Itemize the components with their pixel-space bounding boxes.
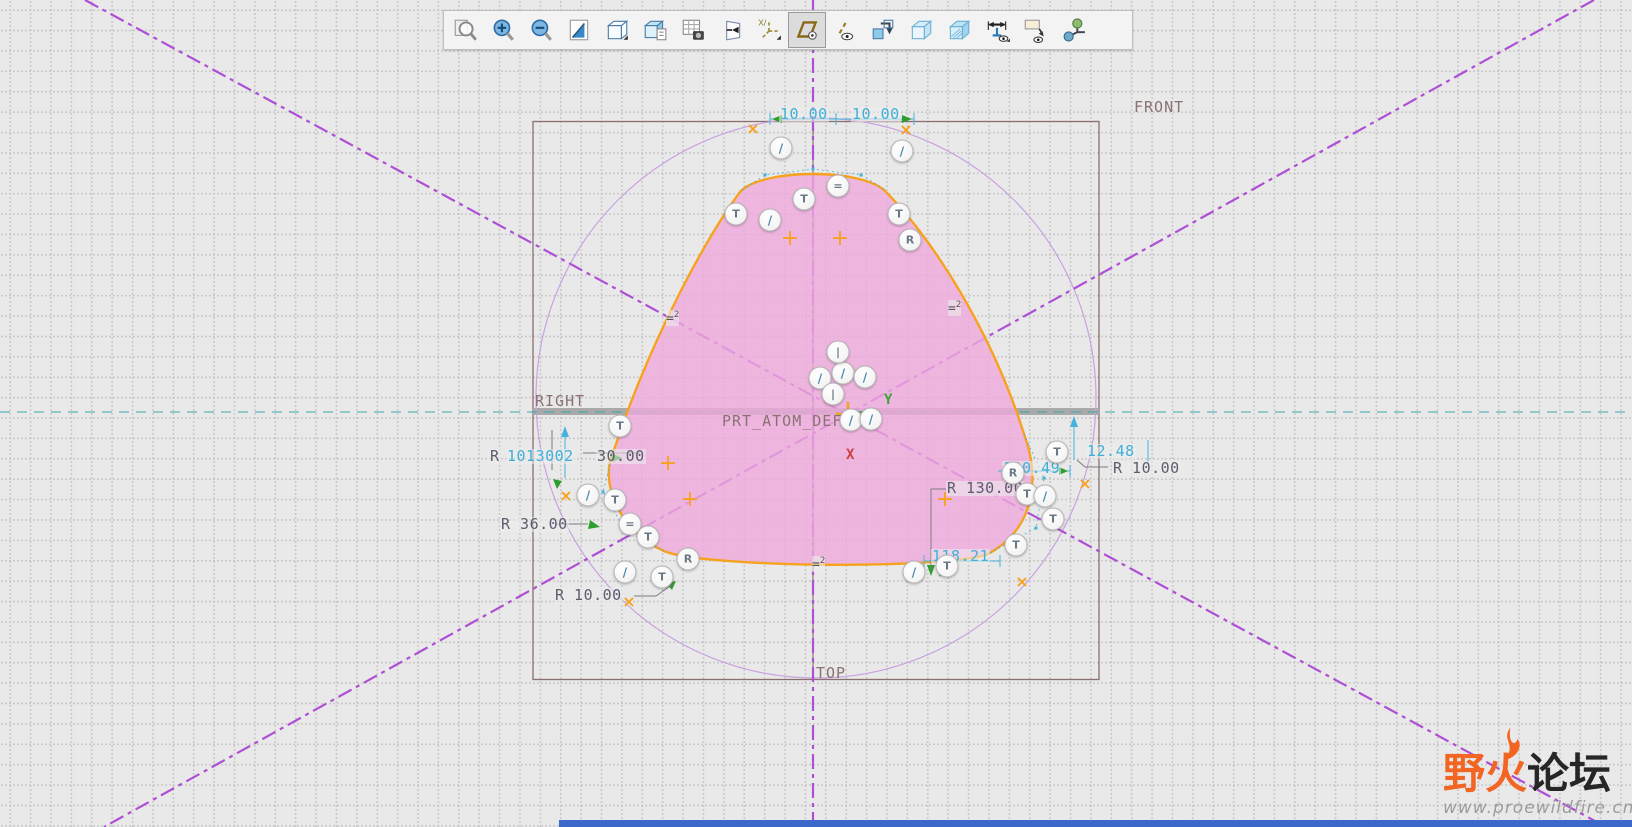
- wireframe-display-icon: [606, 20, 629, 40]
- axis-label-y: Y: [884, 392, 893, 408]
- zoom-out-button[interactable]: [522, 12, 560, 48]
- dimension-value[interactable]: 1013002: [506, 449, 575, 464]
- constraint-bubble[interactable]: /: [859, 407, 883, 431]
- datum-point-tool-button[interactable]: [1054, 12, 1092, 48]
- watermark-brand-dark: 论坛: [1527, 749, 1612, 798]
- reorient-view-button[interactable]: [864, 12, 902, 48]
- constraint-bubble[interactable]: T: [650, 565, 674, 589]
- constraint-bubble[interactable]: /: [902, 560, 926, 584]
- constraint-bubble[interactable]: /: [769, 136, 793, 160]
- constraint-bubble[interactable]: /: [890, 139, 914, 163]
- watermark-url: www.proewildfire.cn: [1443, 798, 1632, 818]
- dimension-value[interactable]: R 10.00: [554, 588, 623, 603]
- shaded-display-icon: [643, 20, 667, 41]
- reorient-view-icon: [872, 19, 894, 40]
- zoom-in-button[interactable]: [484, 12, 522, 48]
- vertex-marker[interactable]: ×: [746, 121, 759, 137]
- view-manager-button[interactable]: [674, 12, 712, 48]
- center-marker[interactable]: +: [659, 453, 677, 475]
- view-manager-icon: [682, 19, 704, 40]
- wireframe-display-button[interactable]: [598, 12, 636, 48]
- zoom-out-icon: [531, 19, 552, 41]
- constraint-bubble[interactable]: T: [636, 525, 660, 549]
- constraint-bubble[interactable]: =: [826, 174, 850, 198]
- constraint-bubble[interactable]: T: [608, 414, 632, 438]
- equal-constraint-label[interactable]: =2: [666, 310, 680, 327]
- datum-axes-display-icon: X/: [758, 18, 781, 40]
- constraint-bubble[interactable]: T: [1045, 440, 1069, 464]
- shaded-display-button[interactable]: [636, 12, 674, 48]
- sketcher-canvas[interactable]: 10.00 10.00 R 1013002 30.00 R 36.00 R 10.00 R 1…: [0, 0, 1632, 827]
- constraint-bubble[interactable]: /: [853, 365, 877, 389]
- center-marker[interactable]: +: [936, 489, 954, 511]
- vertex-marker[interactable]: ×: [1015, 574, 1028, 590]
- constraint-bubble[interactable]: T: [724, 202, 748, 226]
- center-marker[interactable]: +: [681, 489, 699, 511]
- constraint-bubble[interactable]: /: [1033, 484, 1057, 508]
- constraint-bubble[interactable]: |: [826, 340, 850, 364]
- view-normal-icon: [726, 20, 741, 41]
- zoom-fit-icon: [454, 19, 477, 41]
- transparent-shade-button[interactable]: [902, 12, 940, 48]
- axis-label-x: X: [846, 447, 855, 463]
- constraint-bubble[interactable]: /: [758, 208, 782, 232]
- flame-icon: [1504, 727, 1520, 761]
- dimension-value[interactable]: R 10.00: [1112, 461, 1181, 476]
- constraint-bubble[interactable]: /: [576, 483, 600, 507]
- forum-watermark: 野火论坛 www.proewildfire.cn: [1443, 727, 1632, 818]
- constraint-bubble[interactable]: /: [613, 560, 637, 584]
- constraint-bubble[interactable]: |: [821, 382, 845, 406]
- centerline-display-icon: [838, 19, 854, 41]
- constraint-bubble[interactable]: T: [1041, 507, 1065, 531]
- repaint-icon: [569, 19, 589, 41]
- zoom-fit-button[interactable]: [446, 12, 484, 48]
- repaint-button[interactable]: [560, 12, 598, 48]
- bottom-selection-bar: [559, 820, 1632, 827]
- plane-label-prt_atom_def: PRT_ATOM_DEF: [722, 412, 843, 430]
- constraint-bubble[interactable]: T: [1004, 533, 1028, 557]
- plane-label-right: RIGHT: [535, 392, 586, 410]
- constraint-bubble[interactable]: /: [831, 361, 855, 385]
- enhanced-shade-button[interactable]: [940, 12, 978, 48]
- plane-label-top: TOP: [816, 664, 847, 682]
- constraint-bubble[interactable]: T: [935, 554, 959, 578]
- datum-axes-display-button[interactable]: X/: [750, 12, 788, 48]
- zoom-in-icon: [493, 19, 514, 41]
- vertex-marker[interactable]: ×: [1078, 476, 1091, 492]
- annotation-display-toggle-icon: [1024, 19, 1044, 43]
- dimension-value[interactable]: 10.00: [851, 107, 901, 122]
- center-marker[interactable]: +: [781, 228, 799, 250]
- datum-point-tool-icon: [1063, 18, 1085, 42]
- transparent-shade-icon: [910, 20, 933, 40]
- dimension-display-toggle-icon: [987, 21, 1010, 42]
- constraint-bubble[interactable]: R: [1001, 461, 1025, 485]
- dimension-value[interactable]: R 36.00: [500, 517, 569, 532]
- annotation-display-toggle-button[interactable]: [1016, 12, 1054, 48]
- vertex-marker[interactable]: ×: [559, 488, 572, 504]
- dimension-display-toggle-button[interactable]: [978, 12, 1016, 48]
- sketch-plane-display-button[interactable]: [788, 12, 826, 48]
- constraint-bubble[interactable]: R: [676, 547, 700, 571]
- centerline-display-button[interactable]: [826, 12, 864, 48]
- dimension-value[interactable]: 10.00: [779, 107, 829, 122]
- svg-text:X/: X/: [758, 18, 767, 28]
- vertex-marker[interactable]: ×: [622, 594, 635, 610]
- plane-label-front: FRONT: [1134, 98, 1185, 116]
- center-marker[interactable]: +: [831, 228, 849, 250]
- toolbar: X/: [443, 10, 1133, 50]
- constraint-bubble[interactable]: R: [898, 228, 922, 252]
- enhanced-shade-icon: [948, 20, 971, 40]
- constraint-bubble[interactable]: T: [603, 488, 627, 512]
- annotation-overlay: 10.00 10.00 R 1013002 30.00 R 36.00 R 10.00 R 1…: [0, 0, 1632, 827]
- sketch-plane-display-icon: [796, 21, 818, 40]
- constraint-bubble[interactable]: T: [887, 202, 911, 226]
- dimension-value[interactable]: R: [489, 449, 501, 464]
- vertex-marker[interactable]: ×: [899, 122, 912, 138]
- equal-constraint-label[interactable]: =2: [812, 556, 826, 573]
- dimension-value[interactable]: 30.00: [596, 449, 646, 464]
- view-normal-button[interactable]: [712, 12, 750, 48]
- dimension-value[interactable]: 12.48: [1086, 444, 1136, 459]
- constraint-bubble[interactable]: T: [792, 187, 816, 211]
- equal-constraint-label[interactable]: =2: [948, 300, 962, 317]
